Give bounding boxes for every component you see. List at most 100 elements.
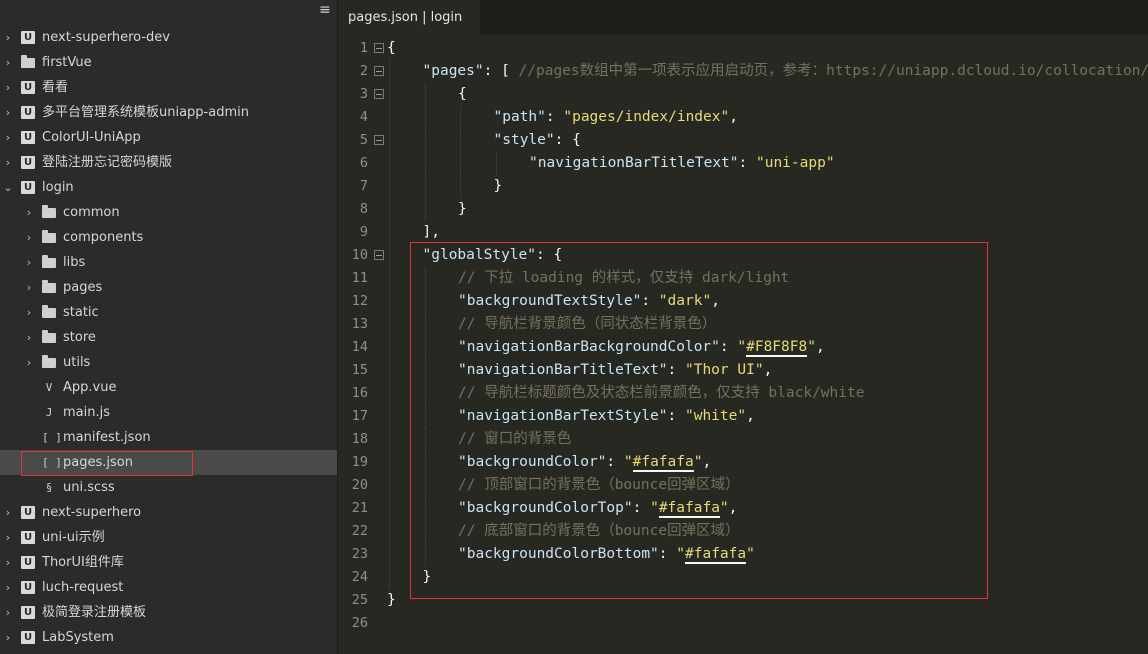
- chevron-right-icon[interactable]: ›: [3, 600, 13, 625]
- code-editor[interactable]: 1{2 "pages": [ //pages数组中第一项表示应用启动页，参考：ht…: [338, 35, 1148, 654]
- chevron-right-icon[interactable]: ›: [3, 525, 13, 550]
- tree-item-common[interactable]: › common: [0, 200, 337, 225]
- tab-pages-json[interactable]: pages.json | login: [338, 0, 480, 35]
- chevron-down-icon[interactable]: ⌄: [3, 175, 13, 200]
- tree-item-app-vue[interactable]: V App.vue: [0, 375, 337, 400]
- code-line[interactable]: 2 "pages": [ //pages数组中第一项表示应用启动页，参考：http…: [338, 60, 1148, 83]
- code-line[interactable]: 6 "navigationBarTitleText": "uni-app": [338, 152, 1148, 175]
- tree-item-utils[interactable]: › utils: [0, 350, 337, 375]
- json-string: #fafafa: [658, 500, 720, 518]
- line-number: 12: [351, 293, 368, 309]
- chevron-right-icon[interactable]: ›: [3, 100, 13, 125]
- fold-toggle-icon[interactable]: [374, 43, 384, 53]
- code-line[interactable]: 15 "navigationBarTitleText": "Thor UI",: [338, 359, 1148, 382]
- indent-guide: [389, 221, 390, 244]
- code-line[interactable]: 7}: [338, 175, 1148, 198]
- tree-item-pages[interactable]: › pages: [0, 275, 337, 300]
- code-line[interactable]: 9],: [338, 221, 1148, 244]
- code-line[interactable]: 12 "backgroundTextStyle": "dark",: [338, 290, 1148, 313]
- chevron-right-icon[interactable]: ›: [24, 250, 34, 275]
- chevron-right-icon[interactable]: ›: [3, 50, 13, 75]
- code-text: "pages": [ //pages数组中第一项表示应用启动页，参考：https…: [423, 60, 1148, 83]
- chevron-right-icon[interactable]: ›: [3, 75, 13, 100]
- punctuation: ,: [711, 293, 720, 309]
- code-line[interactable]: 16 // 导航栏标题颜色及状态栏前景颜色，仅支持 black/white: [338, 382, 1148, 405]
- tree-item-components[interactable]: › components: [0, 225, 337, 250]
- code-line[interactable]: 19 "backgroundColor": "#fafafa",: [338, 451, 1148, 474]
- chevron-right-icon[interactable]: ›: [24, 325, 34, 350]
- tree-item-uni-ui[interactable]: › uni-ui示例: [0, 525, 337, 550]
- code-line[interactable]: 11 // 下拉 loading 的样式，仅支持 dark/light: [338, 267, 1148, 290]
- code-line[interactable]: 5 "style": {: [338, 129, 1148, 152]
- tree-item-firstvue[interactable]: › firstVue: [0, 50, 337, 75]
- tree-item-[interactable]: › 看看: [0, 75, 337, 100]
- code-text: // 底部窗口的背景色（bounce回弹区域）: [458, 520, 740, 543]
- fold-toggle-icon[interactable]: [374, 89, 384, 99]
- tree-item-label: store: [63, 330, 96, 345]
- code-line[interactable]: 1{: [338, 37, 1148, 60]
- tree-item-manifest-json[interactable]: [ ] manifest.json: [0, 425, 337, 450]
- code-line[interactable]: 22 // 底部窗口的背景色（bounce回弹区域）: [338, 520, 1148, 543]
- code-line[interactable]: 24}: [338, 566, 1148, 589]
- code-line[interactable]: 8}: [338, 198, 1148, 221]
- indent-guide: [460, 129, 461, 152]
- chevron-right-icon[interactable]: ›: [24, 350, 34, 375]
- tree-item-luch-request[interactable]: › luch-request: [0, 575, 337, 600]
- tree-item-uni-scss[interactable]: § uni.scss: [0, 475, 337, 500]
- line-number: 8: [359, 201, 368, 217]
- code-line[interactable]: 21 "backgroundColorTop": "#fafafa",: [338, 497, 1148, 520]
- json-string: ": [807, 339, 816, 355]
- tree-item-[interactable]: › 极简登录注册模板: [0, 600, 337, 625]
- line-number: 3: [359, 86, 368, 102]
- indent-guide: [424, 451, 426, 474]
- tree-item-next-superhero-dev[interactable]: › next-superhero-dev: [0, 25, 337, 50]
- line-number: 13: [351, 316, 368, 332]
- chevron-right-icon[interactable]: ›: [3, 500, 13, 525]
- tree-item-uniapp-admin[interactable]: › 多平台管理系统模板uniapp-admin: [0, 100, 337, 125]
- fold-toggle-icon[interactable]: [374, 135, 384, 145]
- tree-item-pages-json[interactable]: [ ] pages.json: [0, 450, 337, 475]
- code-line[interactable]: 23 "backgroundColorBottom": "#fafafa": [338, 543, 1148, 566]
- line-number: 7: [359, 178, 368, 194]
- code-line[interactable]: 10 "globalStyle": {: [338, 244, 1148, 267]
- code-line[interactable]: 20 // 顶部窗口的背景色（bounce回弹区域）: [338, 474, 1148, 497]
- tree-item-label: uni.scss: [63, 480, 115, 495]
- chevron-right-icon[interactable]: ›: [24, 200, 34, 225]
- tree-item-colorui-uniapp[interactable]: › ColorUI-UniApp: [0, 125, 337, 150]
- tree-item-[interactable]: › 登陆注册忘记密码模版: [0, 150, 337, 175]
- uniapp-project-icon: [21, 625, 35, 650]
- tree-item-static[interactable]: › static: [0, 300, 337, 325]
- code-line[interactable]: 25}: [338, 589, 1148, 612]
- fold-toggle-icon[interactable]: [374, 66, 384, 76]
- tree-item-login[interactable]: ⌄ login: [0, 175, 337, 200]
- chevron-right-icon[interactable]: ›: [24, 275, 34, 300]
- chevron-right-icon[interactable]: ›: [24, 300, 34, 325]
- chevron-right-icon[interactable]: ›: [3, 625, 13, 650]
- chevron-right-icon[interactable]: ›: [3, 575, 13, 600]
- tree-item-labsystem[interactable]: › LabSystem: [0, 625, 337, 650]
- chevron-right-icon[interactable]: ›: [3, 150, 13, 175]
- code-line[interactable]: 18 // 窗口的背景色: [338, 428, 1148, 451]
- json-key: "backgroundColorTop": [458, 500, 633, 516]
- tree-item-main-js[interactable]: Jmain.js: [0, 400, 337, 425]
- code-line[interactable]: 26: [338, 612, 1148, 635]
- json-key: "backgroundColorBottom": [458, 546, 659, 562]
- explorer-menu-icon[interactable]: ≡: [319, 3, 331, 17]
- chevron-right-icon[interactable]: ›: [24, 225, 34, 250]
- json-string: "uni-app": [755, 155, 835, 171]
- chevron-right-icon[interactable]: ›: [3, 550, 13, 575]
- chevron-right-icon[interactable]: ›: [3, 25, 13, 50]
- fold-toggle-icon[interactable]: [374, 250, 384, 260]
- json-key: "navigationBarBackgroundColor": [458, 339, 720, 355]
- tree-item-thorui[interactable]: › ThorUI组件库: [0, 550, 337, 575]
- tree-item-libs[interactable]: › libs: [0, 250, 337, 275]
- code-line[interactable]: 13 // 导航栏背景颜色（同状态栏背景色）: [338, 313, 1148, 336]
- tree-item-next-superhero[interactable]: › next-superhero: [0, 500, 337, 525]
- code-line[interactable]: 14 "navigationBarBackgroundColor": "#F8F8…: [338, 336, 1148, 359]
- tree-item-store[interactable]: › store: [0, 325, 337, 350]
- indent-guide: [424, 175, 426, 198]
- code-line[interactable]: 4 "path": "pages/index/index",: [338, 106, 1148, 129]
- code-line[interactable]: 17 "navigationBarTextStyle": "white",: [338, 405, 1148, 428]
- chevron-right-icon[interactable]: ›: [3, 125, 13, 150]
- code-line[interactable]: 3{: [338, 83, 1148, 106]
